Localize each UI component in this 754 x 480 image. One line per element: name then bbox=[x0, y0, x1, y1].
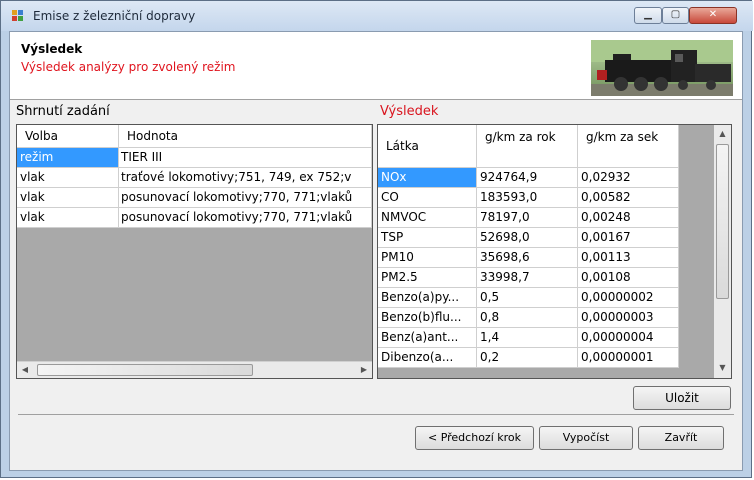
summary-grid[interactable]: Volba Hodnota režim TIER III vlak traťov… bbox=[16, 124, 373, 379]
result-row-6-second[interactable]: 0,00000002 bbox=[578, 288, 679, 308]
result-row-4-substance[interactable]: PM10 bbox=[378, 248, 477, 268]
result-row-0-second[interactable]: 0,02932 bbox=[578, 168, 679, 188]
result-row-2-substance[interactable]: NMVOC bbox=[378, 208, 477, 228]
calculate-button[interactable]: Vypočíst bbox=[539, 426, 633, 450]
app-icon bbox=[12, 10, 24, 22]
close-button[interactable]: Zavřít bbox=[638, 426, 724, 450]
wizard-header: Výsledek Výsledek analýzy pro zvolený re… bbox=[10, 32, 742, 100]
result-row-9-substance[interactable]: Dibenzo(a... bbox=[378, 348, 477, 368]
result-row-1-substance[interactable]: CO bbox=[378, 188, 477, 208]
summary-row-2-hodnota[interactable]: posunovací lokomotivy;770, 771;vlaků bbox=[119, 188, 372, 208]
summary-label: Shrnutí zadání bbox=[16, 104, 110, 119]
summary-row-1-volba[interactable]: vlak bbox=[17, 168, 119, 188]
page-subtitle: Výsledek analýzy pro zvolený režim bbox=[21, 60, 236, 74]
column-header-hodnota[interactable]: Hodnota bbox=[119, 125, 372, 148]
summary-scroll-thumb[interactable] bbox=[37, 364, 253, 376]
result-row-0-substance[interactable]: NOx bbox=[378, 168, 477, 188]
summary-row-3-volba[interactable]: vlak bbox=[17, 208, 119, 228]
minimize-button[interactable]: ▁ bbox=[634, 7, 662, 24]
result-row-7-second[interactable]: 0,00000003 bbox=[578, 308, 679, 328]
maximize-button[interactable]: ▢ bbox=[662, 7, 689, 24]
result-row-4-year[interactable]: 35698,6 bbox=[477, 248, 578, 268]
result-row-1-year[interactable]: 183593,0 bbox=[477, 188, 578, 208]
result-row-9-second[interactable]: 0,00000001 bbox=[578, 348, 679, 368]
result-row-8-year[interactable]: 1,4 bbox=[477, 328, 578, 348]
result-row-3-year[interactable]: 52698,0 bbox=[477, 228, 578, 248]
result-row-5-year[interactable]: 33998,7 bbox=[477, 268, 578, 288]
footer-divider bbox=[18, 414, 734, 415]
result-grid[interactable]: Látka g/km za rok g/km za sek NOx 924764… bbox=[377, 124, 732, 379]
result-row-7-year[interactable]: 0,8 bbox=[477, 308, 578, 328]
result-vertical-scrollbar[interactable]: ▲ ▼ bbox=[714, 125, 731, 378]
previous-step-button[interactable]: < Předchozí krok bbox=[415, 426, 534, 450]
result-row-3-substance[interactable]: TSP bbox=[378, 228, 477, 248]
close-window-button[interactable]: ✕ bbox=[689, 7, 737, 24]
result-row-9-year[interactable]: 0,2 bbox=[477, 348, 578, 368]
result-row-2-year[interactable]: 78197,0 bbox=[477, 208, 578, 228]
save-button[interactable]: Uložit bbox=[633, 386, 731, 410]
summary-row-1-hodnota[interactable]: traťové lokomotivy;751, 749, ex 752;v bbox=[119, 168, 372, 188]
summary-row-3-hodnota[interactable]: posunovací lokomotivy;770, 771;vlaků bbox=[119, 208, 372, 228]
result-row-1-second[interactable]: 0,00582 bbox=[578, 188, 679, 208]
summary-row-0-hodnota[interactable]: TIER III bbox=[119, 148, 372, 168]
title-bar[interactable]: Emise z železniční dopravy ▁ ▢ ✕ bbox=[1, 1, 753, 31]
scroll-up-icon[interactable]: ▲ bbox=[717, 129, 728, 138]
result-row-6-year[interactable]: 0,5 bbox=[477, 288, 578, 308]
column-header-per-second[interactable]: g/km za sek bbox=[578, 125, 679, 168]
window-title: Emise z železniční dopravy bbox=[33, 9, 196, 23]
summary-horizontal-scrollbar[interactable]: ◀ ▶ bbox=[17, 361, 372, 378]
summary-row-0-volba[interactable]: režim bbox=[17, 148, 119, 168]
column-header-per-year[interactable]: g/km za rok bbox=[477, 125, 578, 168]
scroll-down-icon[interactable]: ▼ bbox=[717, 363, 728, 372]
result-row-4-second[interactable]: 0,00113 bbox=[578, 248, 679, 268]
column-header-latka[interactable]: Látka bbox=[378, 125, 477, 168]
result-scroll-thumb[interactable] bbox=[716, 144, 729, 299]
result-row-6-substance[interactable]: Benzo(a)py... bbox=[378, 288, 477, 308]
result-row-5-second[interactable]: 0,00108 bbox=[578, 268, 679, 288]
result-row-3-second[interactable]: 0,00167 bbox=[578, 228, 679, 248]
result-label: Výsledek bbox=[380, 104, 439, 119]
column-header-volba[interactable]: Volba bbox=[17, 125, 119, 148]
summary-row-2-volba[interactable]: vlak bbox=[17, 188, 119, 208]
result-row-8-substance[interactable]: Benz(a)ant... bbox=[378, 328, 477, 348]
result-row-8-second[interactable]: 0,00000004 bbox=[578, 328, 679, 348]
app-window: Emise z železniční dopravy ▁ ▢ ✕ Výslede… bbox=[0, 0, 753, 478]
page-title: Výsledek bbox=[21, 42, 83, 56]
locomotive-image bbox=[591, 40, 733, 96]
wizard-body: Výsledek Výsledek analýzy pro zvolený re… bbox=[9, 31, 743, 471]
scroll-right-icon[interactable]: ▶ bbox=[359, 365, 369, 374]
result-row-2-second[interactable]: 0,00248 bbox=[578, 208, 679, 228]
scroll-left-icon[interactable]: ◀ bbox=[20, 365, 30, 374]
result-row-5-substance[interactable]: PM2.5 bbox=[378, 268, 477, 288]
result-row-0-year[interactable]: 924764,9 bbox=[477, 168, 578, 188]
result-row-7-substance[interactable]: Benzo(b)flu... bbox=[378, 308, 477, 328]
